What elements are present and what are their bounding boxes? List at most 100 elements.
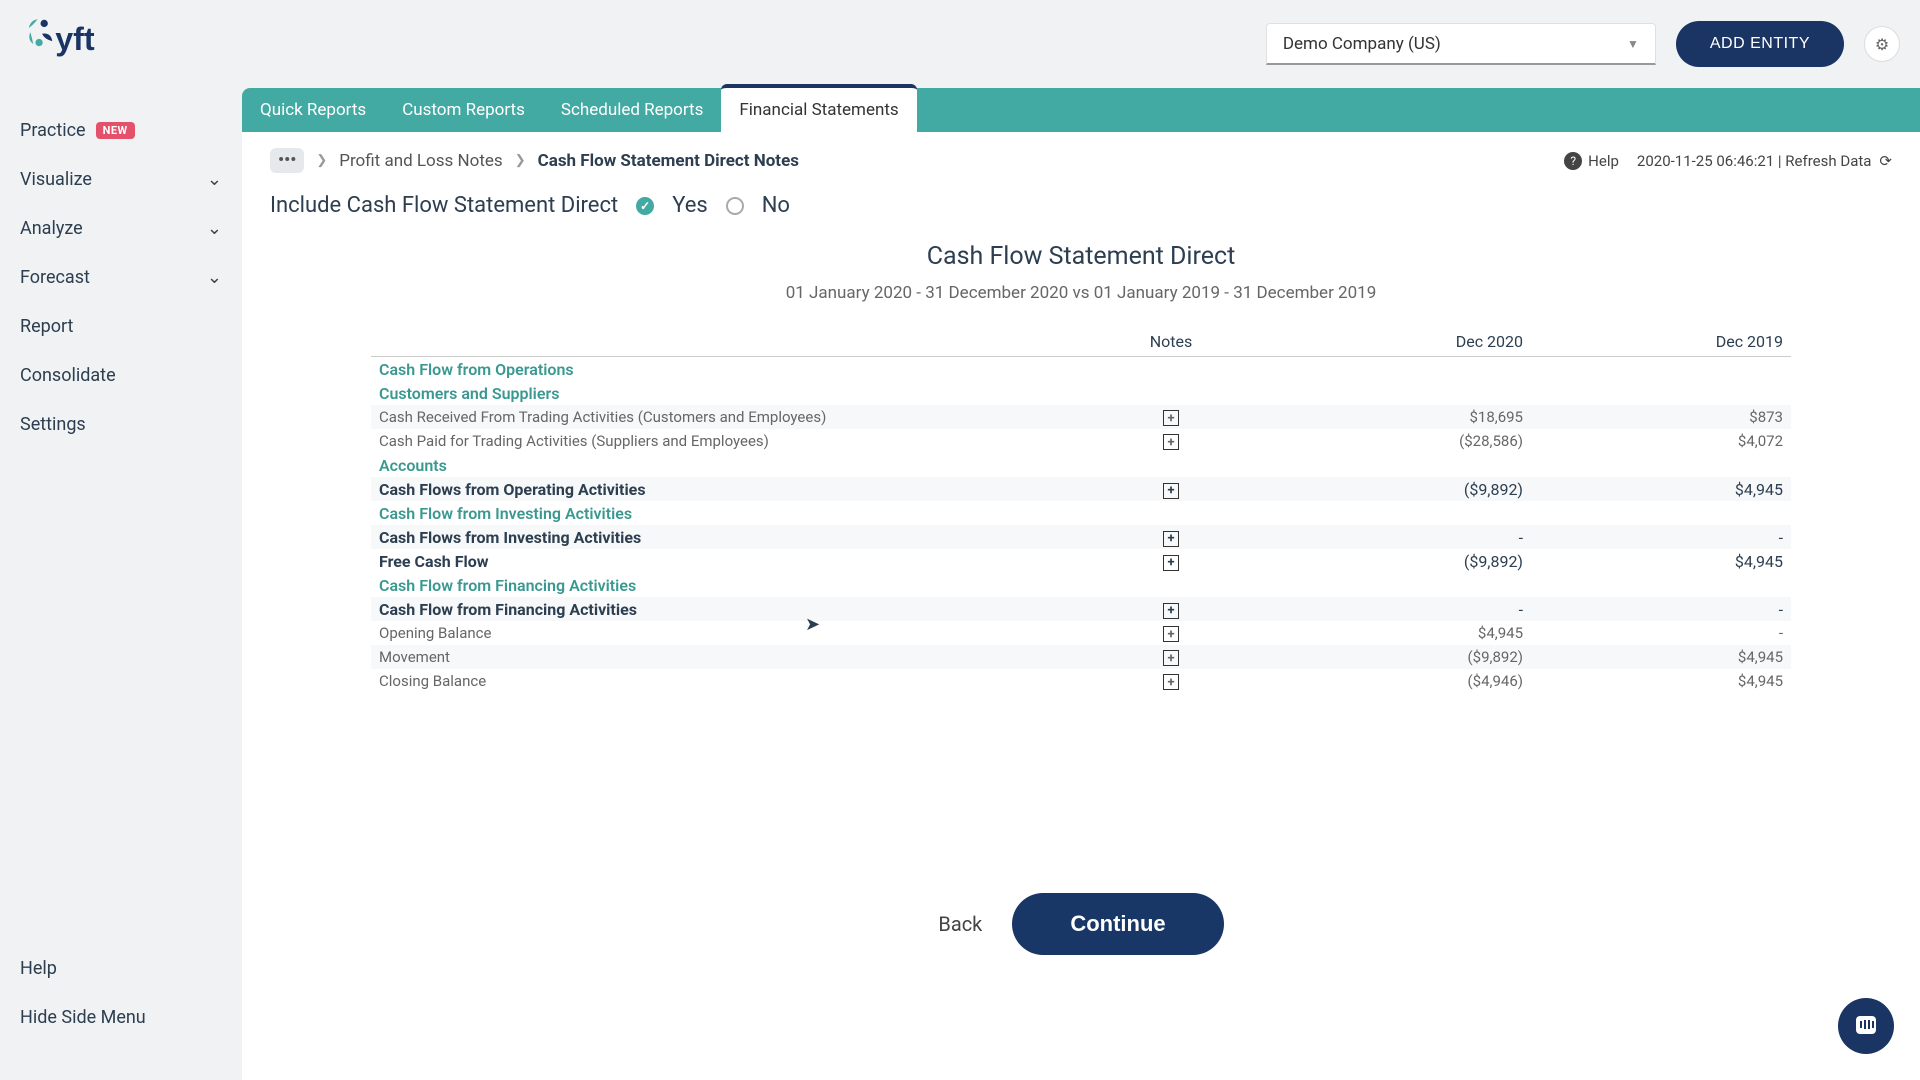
sidebar-item-label: Practice [20,120,86,141]
row-label: Cash Flow from Financing Activities [371,576,1071,595]
settings-gear-button[interactable]: ⚙ [1864,26,1900,62]
intercom-launcher[interactable] [1838,998,1894,1054]
row-value-2: $4,945 [1531,648,1791,666]
row-label: Cash Flows from Investing Activities [371,528,1071,547]
help-icon: ? [1564,152,1582,170]
tab-quick-reports[interactable]: Quick Reports [242,88,384,132]
syft-logo-icon: yft [20,13,130,75]
row-label: Cash Paid for Trading Activities (Suppli… [371,432,1071,450]
row-value-1: - [1271,528,1531,547]
row-value-1: ($28,586) [1271,432,1531,450]
row-value-1: ($9,892) [1271,552,1531,571]
add-entity-button[interactable]: ADD ENTITY [1676,21,1844,67]
tab-financial-statements[interactable]: Financial Statements [721,84,916,132]
row-note-cell: + [1071,551,1271,571]
report-title: Cash Flow Statement Direct [242,242,1920,271]
add-note-button[interactable]: + [1163,531,1179,547]
row-label: Cash Flow from Operations [371,360,1071,379]
refresh-icon: ⟳ [1879,152,1892,170]
add-note-button[interactable]: + [1163,410,1179,426]
add-note-button[interactable]: + [1163,483,1179,499]
sidebar-item-consolidate[interactable]: Consolidate [0,351,242,400]
radio-no[interactable] [726,197,744,215]
sidebar-item-practice[interactable]: Practice NEW [0,106,242,155]
sidebar-help-label: Help [20,958,57,979]
sidebar-item-label: Consolidate [20,365,116,386]
refresh-timestamp: 2020-11-25 06:46:21 | Refresh Data [1637,152,1872,170]
row-label: Customers and Suppliers [371,384,1071,403]
col-notes: Notes [1071,332,1271,351]
table-header-row: Notes Dec 2020 Dec 2019 [371,327,1791,357]
row-note-cell: + [1071,527,1271,547]
chat-icon [1852,1012,1880,1040]
add-note-button[interactable]: + [1163,555,1179,571]
row-label: Cash Flow from Financing Activities [371,600,1071,619]
add-note-button[interactable]: + [1163,434,1179,450]
radio-yes[interactable] [636,197,654,215]
table-row: Movement+($9,892)$4,945 [371,645,1791,669]
row-label: Free Cash Flow [371,552,1071,571]
sidebar-hide-label: Hide Side Menu [20,1007,146,1028]
gear-icon: ⚙ [1875,35,1889,54]
chevron-down-icon: ⌄ [207,169,222,190]
sidebar-item-label: Forecast [20,267,90,288]
sidebar-item-label: Visualize [20,169,92,190]
row-label: Cash Flow from Investing Activities [371,504,1071,523]
table-row: Cash Flows from Operating Activities+($9… [371,477,1791,501]
row-note-cell: + [1071,479,1271,499]
sidebar-hide-menu[interactable]: Hide Side Menu [0,993,242,1042]
add-note-button[interactable]: + [1163,674,1179,690]
add-note-button[interactable]: + [1163,603,1179,619]
back-button[interactable]: Back [938,912,982,936]
sidebar-item-visualize[interactable]: Visualize ⌄ [0,155,242,204]
table-row: Accounts [371,453,1791,477]
row-value-1: - [1271,600,1531,619]
sidebar-item-forecast[interactable]: Forecast⌄ [0,253,242,302]
breadcrumb-prev[interactable]: Profit and Loss Notes [339,151,502,171]
table-row: Cash Flow from Financing Activities+-- [371,597,1791,621]
add-note-button[interactable]: + [1163,650,1179,666]
row-value-1: ($4,946) [1271,672,1531,690]
cashflow-table: Notes Dec 2020 Dec 2019 Cash Flow from O… [371,327,1791,693]
radio-yes-label: Yes [672,193,708,218]
footer-actions: Back Continue [242,893,1920,955]
add-note-button[interactable]: + [1163,626,1179,642]
breadcrumb-more-button[interactable]: ••• [270,148,304,173]
sidebar-item-analyze[interactable]: Analyze⌄ [0,204,242,253]
sidebar-item-label: Analyze [20,218,83,239]
include-label: Include Cash Flow Statement Direct [270,193,618,218]
company-select[interactable]: Demo Company (US) ▼ [1266,23,1656,65]
chevron-right-icon: ❯ [316,153,327,168]
sidebar-item-settings[interactable]: Settings [0,400,242,449]
row-note-cell: + [1071,599,1271,619]
row-value-2: - [1531,624,1791,642]
dropdown-arrow-icon: ▼ [1627,37,1639,51]
continue-button[interactable]: Continue [1012,893,1223,955]
table-row: Cash Flow from Operations [371,357,1791,381]
row-note-cell: + [1071,624,1271,643]
report-tabs: Quick ReportsCustom ReportsScheduled Rep… [242,88,1920,132]
sidebar-item-label: Report [20,316,73,337]
row-label: Closing Balance [371,672,1071,690]
sidebar-item-report[interactable]: Report [0,302,242,351]
new-badge: NEW [96,122,135,139]
chevron-right-icon: ❯ [515,153,526,168]
row-note-cell: + [1071,408,1271,427]
row-value-2: $873 [1531,408,1791,426]
table-row: Closing Balance+($4,946)$4,945 [371,669,1791,693]
help-button[interactable]: ? Help [1564,152,1619,170]
row-value-1: $18,695 [1271,408,1531,426]
tab-scheduled-reports[interactable]: Scheduled Reports [543,88,722,132]
table-row: Cash Received From Trading Activities (C… [371,405,1791,429]
row-value-2: $4,945 [1531,480,1791,499]
radio-no-label: No [762,193,790,218]
report-panel: ••• ❯ Profit and Loss Notes ❯ Cash Flow … [242,132,1920,1080]
include-toggle-row: Include Cash Flow Statement Direct Yes N… [242,173,1920,228]
refresh-data-button[interactable]: 2020-11-25 06:46:21 | Refresh Data ⟳ [1637,152,1892,170]
logo: yft [20,13,130,75]
row-label: Movement [371,648,1071,666]
sidebar-help[interactable]: Help [0,944,242,993]
row-value-2: - [1531,528,1791,547]
table-row: Cash Flow from Financing Activities [371,573,1791,597]
tab-custom-reports[interactable]: Custom Reports [384,88,543,132]
